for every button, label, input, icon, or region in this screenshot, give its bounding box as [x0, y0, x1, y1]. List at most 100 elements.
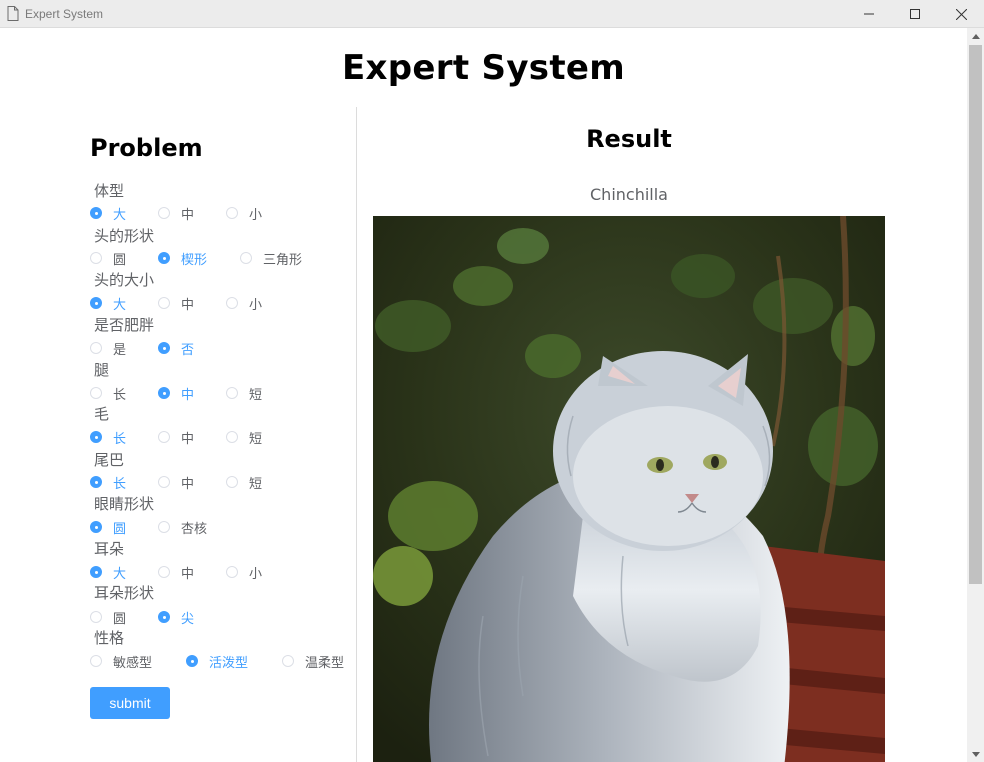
radio-unchecked-icon[interactable] — [90, 252, 102, 264]
close-button[interactable] — [938, 0, 984, 28]
radio-unchecked-icon[interactable] — [90, 611, 102, 623]
radio-option-label: 圆 — [113, 611, 127, 627]
radio-checked-icon[interactable] — [158, 611, 170, 623]
radio-option[interactable]: 否 — [158, 340, 194, 358]
radio-unchecked-icon[interactable] — [90, 387, 102, 399]
radio-checked-icon[interactable] — [158, 252, 170, 264]
radio-checked-icon[interactable] — [90, 297, 102, 309]
result-heading: Result — [586, 125, 672, 153]
radio-unchecked-icon[interactable] — [158, 566, 170, 578]
radio-unchecked-icon[interactable] — [226, 431, 238, 443]
radio-option[interactable]: 中 — [158, 429, 194, 447]
question-label: 耳朵 — [94, 540, 125, 558]
question-label: 耳朵形状 — [94, 584, 155, 602]
radio-option[interactable]: 中 — [158, 205, 195, 223]
minimize-button[interactable] — [846, 0, 892, 28]
question-label: 是否肥胖 — [94, 316, 155, 334]
radio-option[interactable]: 是 — [90, 340, 127, 358]
radio-unchecked-icon[interactable] — [158, 207, 170, 219]
radio-option[interactable]: 小 — [226, 564, 262, 582]
radio-option-label: 小 — [249, 297, 263, 313]
radio-option-label: 杏核 — [181, 521, 208, 537]
radio-option-label: 中 — [181, 297, 195, 313]
radio-checked-icon[interactable] — [90, 207, 102, 219]
radio-option-label: 中 — [181, 566, 195, 582]
radio-unchecked-icon[interactable] — [226, 297, 238, 309]
radio-option-label: 短 — [249, 476, 263, 492]
radio-unchecked-icon[interactable] — [226, 476, 238, 488]
problem-heading: Problem — [90, 134, 203, 162]
column-divider — [356, 107, 357, 762]
radio-unchecked-icon[interactable] — [226, 387, 238, 399]
radio-option-label: 楔形 — [181, 252, 208, 268]
radio-option[interactable]: 短 — [226, 429, 262, 447]
radio-option-label: 长 — [113, 476, 127, 492]
title-bar: Expert System — [0, 0, 984, 28]
radio-unchecked-icon[interactable] — [90, 342, 102, 354]
radio-option-label: 中 — [181, 207, 195, 223]
radio-option[interactable]: 活泼型 — [186, 653, 249, 671]
radio-option[interactable]: 圆 — [90, 519, 127, 537]
app-window: Expert System Expert System Problem 体型大中… — [0, 0, 984, 762]
radio-unchecked-icon[interactable] — [282, 655, 294, 667]
radio-unchecked-icon[interactable] — [158, 521, 170, 533]
submit-button[interactable]: submit — [90, 687, 170, 719]
radio-option-label: 圆 — [113, 521, 127, 537]
radio-option-label: 圆 — [113, 252, 127, 268]
radio-unchecked-icon[interactable] — [158, 297, 170, 309]
radio-unchecked-icon[interactable] — [90, 655, 102, 667]
radio-option-label: 温柔型 — [305, 655, 345, 671]
radio-option[interactable]: 短 — [226, 385, 263, 403]
radio-option-label: 活泼型 — [209, 655, 249, 671]
radio-option[interactable]: 中 — [158, 385, 194, 403]
document-icon — [7, 6, 19, 21]
radio-option[interactable]: 中 — [158, 474, 194, 492]
radio-option[interactable]: 长 — [90, 429, 126, 447]
radio-option[interactable]: 短 — [226, 474, 263, 492]
radio-unchecked-icon[interactable] — [226, 566, 238, 578]
radio-option-label: 是 — [113, 342, 127, 358]
vertical-scrollbar[interactable] — [967, 28, 984, 762]
scroll-down-arrow-icon[interactable] — [967, 746, 984, 762]
radio-unchecked-icon[interactable] — [240, 252, 252, 264]
radio-option[interactable]: 大 — [90, 205, 126, 223]
page-title: Expert System — [342, 48, 625, 88]
radio-unchecked-icon[interactable] — [158, 476, 170, 488]
radio-checked-icon[interactable] — [158, 387, 170, 399]
radio-option[interactable]: 大 — [90, 295, 127, 313]
radio-option[interactable]: 杏核 — [158, 519, 208, 537]
radio-option[interactable]: 中 — [158, 295, 195, 313]
radio-option[interactable]: 楔形 — [158, 250, 208, 268]
main-content: Expert System Problem 体型大中小头的形状圆楔形 三角形 头的大… — [0, 28, 967, 762]
radio-checked-icon[interactable] — [90, 566, 102, 578]
radio-checked-icon[interactable] — [90, 431, 102, 443]
radio-option[interactable]: 大 — [90, 564, 127, 582]
radio-option[interactable]: 温柔型 — [282, 653, 345, 671]
radio-option[interactable]: 圆 — [90, 250, 127, 268]
radio-unchecked-icon[interactable] — [158, 431, 170, 443]
radio-checked-icon[interactable] — [90, 476, 102, 488]
radio-option[interactable]: 长 — [90, 385, 126, 403]
radio-option-label: 大 — [113, 566, 127, 582]
radio-option[interactable]: 三角形 — [240, 250, 302, 268]
question-label: 体型 — [94, 182, 125, 200]
question-label: 毛 — [94, 405, 110, 423]
scrollbar-thumb[interactable] — [969, 45, 982, 584]
window-title: Expert System — [25, 7, 104, 21]
radio-option[interactable]: 小 — [226, 205, 262, 223]
radio-checked-icon[interactable] — [186, 655, 198, 667]
maximize-button[interactable] — [892, 0, 938, 28]
radio-option[interactable]: 敏感型 — [90, 653, 153, 671]
radio-option-label: 大 — [113, 297, 127, 313]
radio-unchecked-icon[interactable] — [226, 207, 238, 219]
radio-option-label: 短 — [249, 387, 263, 403]
radio-option-label: 敏感型 — [113, 655, 153, 671]
radio-option[interactable]: 小 — [226, 295, 263, 313]
radio-option[interactable]: 圆 — [90, 609, 127, 627]
radio-option[interactable]: 尖 — [158, 609, 194, 627]
radio-checked-icon[interactable] — [90, 521, 102, 533]
radio-option[interactable]: 中 — [158, 564, 195, 582]
radio-checked-icon[interactable] — [158, 342, 170, 354]
radio-option[interactable]: 长 — [90, 474, 127, 492]
scroll-up-arrow-icon[interactable] — [967, 28, 984, 44]
